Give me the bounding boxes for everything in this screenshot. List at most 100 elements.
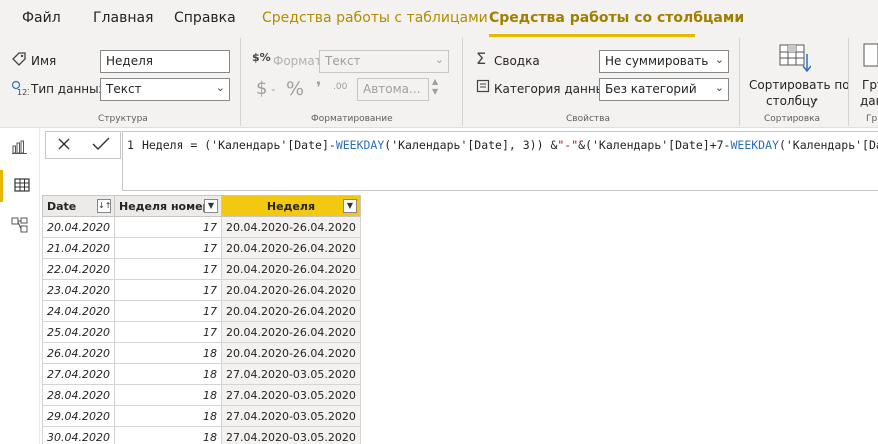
decimal-icon: .00 xyxy=(333,82,348,92)
table-row[interactable]: 30.04.2020 18 27.04.2020-03.05.2020 xyxy=(42,426,361,444)
model-icon xyxy=(11,217,29,236)
week-cell[interactable]: 27.04.2020-03.05.2020 xyxy=(220,384,361,406)
spinner-icon[interactable]: ▲ ▼ xyxy=(432,77,438,97)
table-row[interactable]: 27.04.2020 18 27.04.2020-03.05.2020 xyxy=(42,363,361,385)
data-groups-line2[interactable]: дан xyxy=(860,94,878,108)
data-type-value: Текст xyxy=(106,82,142,96)
column-header-week[interactable]: Неделя ▼ xyxy=(220,195,361,217)
week-cell[interactable]: 20.04.2020-26.04.2020 xyxy=(220,237,361,259)
date-cell[interactable]: 29.04.2020 xyxy=(42,405,115,427)
commit-formula-button[interactable] xyxy=(92,137,110,154)
column-header-week-number[interactable]: Неделя номер ▼ xyxy=(113,195,222,217)
column-header-label: Date xyxy=(47,199,77,213)
decimal-places-input[interactable]: Автома... xyxy=(357,78,429,101)
name-input[interactable]: Неделя xyxy=(100,50,230,73)
data-category-value: Без категорий xyxy=(605,82,697,96)
model-view-button[interactable] xyxy=(0,210,40,242)
report-view-button[interactable] xyxy=(0,132,40,164)
divider xyxy=(240,38,241,126)
table-row[interactable]: 28.04.2020 18 27.04.2020-03.05.2020 xyxy=(42,384,361,406)
week-cell[interactable]: 20.04.2020-26.04.2020 xyxy=(220,342,361,364)
week-cell[interactable]: 20.04.2020-26.04.2020 xyxy=(220,321,361,343)
tab-home[interactable]: Главная xyxy=(93,10,153,26)
formatting-group-label: Форматирование xyxy=(311,114,393,124)
table-row[interactable]: 20.04.2020 17 20.04.2020-26.04.2020 xyxy=(42,216,361,238)
week-cell[interactable]: 27.04.2020-03.05.2020 xyxy=(220,363,361,385)
week-number-cell[interactable]: 18 xyxy=(113,384,222,406)
week-number-cell[interactable]: 17 xyxy=(113,279,222,301)
date-cell[interactable]: 30.04.2020 xyxy=(42,426,115,444)
week-number-cell[interactable]: 17 xyxy=(113,237,222,259)
sort-by-column-button[interactable]: Сортировать по столбцу ⌄ xyxy=(745,42,850,110)
filter-dropdown-icon[interactable]: ▼ xyxy=(342,199,357,213)
sigma-icon: Σ xyxy=(476,49,487,68)
formula-segment: Неделя = ('Календарь'[Date]- xyxy=(141,138,336,152)
week-number-cell[interactable]: 17 xyxy=(113,300,222,322)
week-number-cell[interactable]: 17 xyxy=(113,321,222,343)
week-number-cell[interactable]: 18 xyxy=(113,342,222,364)
table-icon xyxy=(13,177,30,195)
data-groups-icon xyxy=(862,42,878,71)
week-cell[interactable]: 27.04.2020-03.05.2020 xyxy=(220,426,361,444)
date-cell[interactable]: 23.04.2020 xyxy=(42,279,115,301)
table-row[interactable]: 23.04.2020 17 20.04.2020-26.04.2020 xyxy=(42,279,361,301)
data-view-button[interactable] xyxy=(0,170,40,202)
format-label: Формат xyxy=(273,54,322,68)
week-cell[interactable]: 27.04.2020-03.05.2020 xyxy=(220,405,361,427)
chevron-down-icon: ⌄ xyxy=(714,81,724,94)
tab-help[interactable]: Справка xyxy=(174,10,236,26)
menu-bar: Файл Главная Справка Средства работы с т… xyxy=(0,0,878,38)
percent-button[interactable]: % xyxy=(286,78,304,100)
summary-dropdown[interactable]: Не суммировать ⌄ xyxy=(599,50,729,73)
column-header-label: Неделя xyxy=(266,199,316,213)
tab-file[interactable]: Файл xyxy=(22,10,61,26)
date-cell[interactable]: 27.04.2020 xyxy=(42,363,115,385)
summary-value: Не суммировать xyxy=(605,54,709,68)
format-dropdown[interactable]: Текст ⌄ xyxy=(319,50,449,73)
filter-dropdown-icon[interactable]: ▼ xyxy=(203,199,218,213)
formula-segment: ('Календарь'[Date], xyxy=(778,138,878,152)
date-cell[interactable]: 26.04.2020 xyxy=(42,342,115,364)
date-cell[interactable]: 20.04.2020 xyxy=(42,216,115,238)
ribbon: Имя Неделя 123 Тип данных Текст ⌄ Структ… xyxy=(0,38,878,128)
date-cell[interactable]: 28.04.2020 xyxy=(42,384,115,406)
table-row[interactable]: 25.04.2020 17 20.04.2020-26.04.2020 xyxy=(42,321,361,343)
date-cell[interactable]: 22.04.2020 xyxy=(42,258,115,280)
table-body: 20.04.2020 17 20.04.2020-26.04.2020 21.04.2… xyxy=(42,216,361,444)
table-row[interactable]: 22.04.2020 17 20.04.2020-26.04.2020 xyxy=(42,258,361,280)
data-category-icon xyxy=(476,79,490,97)
column-header-date[interactable]: Date ↓↑ xyxy=(42,195,115,217)
tab-table-tools[interactable]: Средства работы с таблицами xyxy=(262,10,488,26)
date-cell[interactable]: 24.04.2020 xyxy=(42,300,115,322)
currency-button[interactable]: $ xyxy=(256,78,267,99)
date-cell[interactable]: 25.04.2020 xyxy=(42,321,115,343)
formula-editor[interactable]: 1 Неделя = ('Календарь'[Date]-WEEKDAY('Ка… xyxy=(122,131,878,191)
week-number-cell[interactable]: 18 xyxy=(113,405,222,427)
sort-filter-icon[interactable]: ↓↑ xyxy=(96,199,111,213)
week-number-cell[interactable]: 17 xyxy=(113,216,222,238)
table-row[interactable]: 26.04.2020 18 20.04.2020-26.04.2020 xyxy=(42,342,361,364)
formula-string: "-" xyxy=(557,138,579,152)
table-row[interactable]: 29.04.2020 18 27.04.2020-03.05.2020 xyxy=(42,405,361,427)
chevron-down-icon: ⌄ xyxy=(270,84,277,93)
formula-buttons xyxy=(45,131,121,159)
week-cell[interactable]: 20.04.2020-26.04.2020 xyxy=(220,216,361,238)
table-row[interactable]: 21.04.2020 17 20.04.2020-26.04.2020 xyxy=(42,237,361,259)
properties-group-label: Свойства xyxy=(566,114,610,124)
week-number-cell[interactable]: 18 xyxy=(113,426,222,444)
week-cell[interactable]: 20.04.2020-26.04.2020 xyxy=(220,279,361,301)
data-category-dropdown[interactable]: Без категорий ⌄ xyxy=(599,78,729,101)
week-number-cell[interactable]: 18 xyxy=(113,363,222,385)
week-cell[interactable]: 20.04.2020-26.04.2020 xyxy=(220,300,361,322)
tag-icon xyxy=(11,51,27,71)
data-groups-line1[interactable]: Гру xyxy=(862,78,878,92)
comma-button[interactable]: ❜ xyxy=(316,78,321,97)
week-number-cell[interactable]: 17 xyxy=(113,258,222,280)
name-input-value: Неделя xyxy=(106,54,153,68)
table-row[interactable]: 24.04.2020 17 20.04.2020-26.04.2020 xyxy=(42,300,361,322)
data-type-dropdown[interactable]: Текст ⌄ xyxy=(100,78,230,101)
date-cell[interactable]: 21.04.2020 xyxy=(42,237,115,259)
tab-column-tools[interactable]: Средства работы со столбцами xyxy=(489,10,744,26)
week-cell[interactable]: 20.04.2020-26.04.2020 xyxy=(220,258,361,280)
cancel-formula-button[interactable] xyxy=(57,137,71,154)
